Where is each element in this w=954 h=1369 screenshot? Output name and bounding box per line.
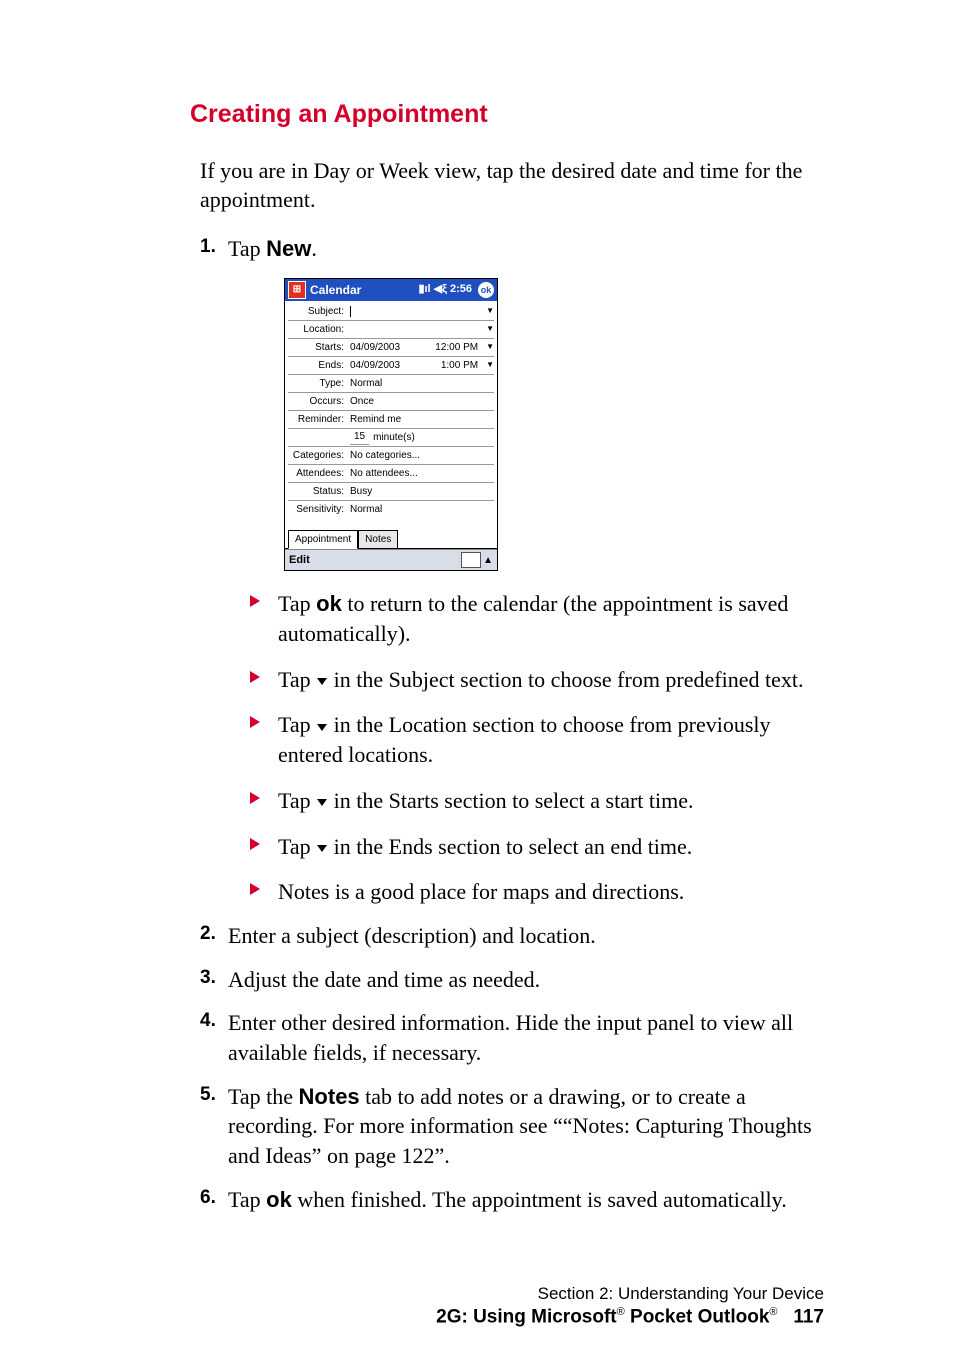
speaker-icon: ◀ξ bbox=[434, 282, 447, 297]
step-number: 3. bbox=[200, 965, 216, 991]
attendees-label: Attendees: bbox=[288, 467, 348, 481]
dropdown-glyph-icon bbox=[317, 724, 327, 731]
dropdown-glyph-icon bbox=[317, 845, 327, 852]
occurs-value[interactable]: Once bbox=[348, 395, 494, 409]
step1-bold: New bbox=[266, 236, 311, 261]
triangle-bullet-icon bbox=[250, 792, 260, 804]
section-heading: Creating an Appointment bbox=[190, 100, 834, 129]
step1-pre: Tap bbox=[228, 236, 266, 261]
type-label: Type: bbox=[288, 377, 348, 391]
bullet-ok: Tap ok to return to the calendar (the ap… bbox=[250, 589, 834, 648]
clock-time: 2:56 bbox=[450, 282, 472, 297]
dropdown-glyph-icon bbox=[317, 678, 327, 685]
occurs-label: Occurs: bbox=[288, 395, 348, 409]
step-5: 5. Tap the Notes tab to add notes or a d… bbox=[200, 1082, 834, 1171]
ok-button[interactable]: ok bbox=[478, 282, 494, 298]
bullet-location: Tap in the Location section to choose fr… bbox=[250, 710, 834, 769]
footer-chapter2: Pocket Outlook bbox=[625, 1307, 770, 1328]
step-number: 2. bbox=[200, 921, 216, 947]
triangle-bullet-icon bbox=[250, 716, 260, 728]
footer-chapter: 2G: Using Microsoft bbox=[436, 1307, 617, 1328]
attendees-value[interactable]: No attendees... bbox=[348, 467, 494, 481]
triangle-bullet-icon bbox=[250, 838, 260, 850]
app-title: Calendar bbox=[310, 282, 418, 298]
status-label: Status: bbox=[288, 485, 348, 499]
edit-menu[interactable]: Edit bbox=[289, 553, 461, 568]
status-value[interactable]: Busy bbox=[348, 485, 494, 499]
dropdown-glyph-icon bbox=[317, 799, 327, 806]
dropdown-icon[interactable]: ▼ bbox=[486, 306, 494, 317]
triangle-bullet-icon bbox=[250, 883, 260, 895]
footer-section: Section 2: Understanding Your Device bbox=[190, 1284, 824, 1304]
subject-label: Subject: bbox=[288, 305, 348, 319]
reminder-label: Reminder: bbox=[288, 413, 348, 427]
step-3: 3. Adjust the date and time as needed. bbox=[200, 965, 834, 995]
tab-appointment[interactable]: Appointment bbox=[288, 530, 358, 550]
start-icon[interactable]: ⊞ bbox=[288, 281, 306, 299]
triangle-bullet-icon bbox=[250, 671, 260, 683]
step-4: 4. Enter other desired information. Hide… bbox=[200, 1008, 834, 1067]
bullet-notes: Notes is a good place for maps and direc… bbox=[250, 877, 834, 907]
step-number: 1. bbox=[200, 234, 216, 260]
signal-icon: ▮ıl bbox=[418, 282, 430, 297]
reminder-value[interactable]: Remind me bbox=[348, 413, 494, 427]
step-number: 4. bbox=[200, 1008, 216, 1034]
intro-paragraph: If you are in Day or Week view, tap the … bbox=[190, 157, 834, 214]
dropdown-icon[interactable]: ▼ bbox=[486, 324, 494, 335]
location-input[interactable]: ▼ bbox=[348, 324, 494, 335]
sip-arrow-icon[interactable]: ▲ bbox=[483, 554, 493, 568]
categories-label: Categories: bbox=[288, 449, 348, 463]
bullet-ends: Tap in the Ends section to select an end… bbox=[250, 832, 834, 862]
reminder-time[interactable]: 15 minute(s) bbox=[348, 430, 494, 445]
step1-post: . bbox=[311, 236, 317, 261]
bullet-starts: Tap in the Starts section to select a st… bbox=[250, 786, 834, 816]
starts-label: Starts: bbox=[288, 341, 348, 355]
step-6: 6. Tap ok when finished. The appointment… bbox=[200, 1185, 834, 1215]
starts-value[interactable]: 04/09/2003 12:00 PM ▼ bbox=[348, 341, 494, 355]
registered-symbol: ® bbox=[617, 1306, 625, 1318]
titlebar: ⊞ Calendar ▮ıl ◀ξ 2:56 ok bbox=[285, 279, 497, 301]
step-number: 6. bbox=[200, 1185, 216, 1211]
registered-symbol: ® bbox=[769, 1306, 777, 1318]
keyboard-icon[interactable] bbox=[461, 552, 481, 568]
dropdown-icon[interactable]: ▼ bbox=[486, 342, 494, 353]
device-screenshot: ⊞ Calendar ▮ıl ◀ξ 2:56 ok Subject: ▼ bbox=[284, 278, 498, 572]
bullet-subject: Tap in the Subject section to choose fro… bbox=[250, 665, 834, 695]
dropdown-icon[interactable]: ▼ bbox=[486, 360, 494, 371]
location-label: Location: bbox=[288, 323, 348, 337]
ends-value[interactable]: 04/09/2003 1:00 PM ▼ bbox=[348, 359, 494, 373]
categories-value[interactable]: No categories... bbox=[348, 449, 494, 463]
ends-label: Ends: bbox=[288, 359, 348, 373]
sensitivity-label: Sensitivity: bbox=[288, 503, 348, 517]
step-number: 5. bbox=[200, 1082, 216, 1108]
tab-notes[interactable]: Notes bbox=[358, 530, 398, 549]
subject-input[interactable]: ▼ bbox=[348, 306, 494, 317]
sensitivity-value[interactable]: Normal bbox=[348, 503, 494, 517]
step-1: 1. Tap New. ⊞ Calendar ▮ıl ◀ξ 2:56 ok bbox=[200, 234, 834, 907]
type-value[interactable]: Normal bbox=[348, 377, 494, 391]
triangle-bullet-icon bbox=[250, 595, 260, 607]
page-number: 117 bbox=[793, 1307, 824, 1328]
step-2: 2. Enter a subject (description) and loc… bbox=[200, 921, 834, 951]
page-footer: Section 2: Understanding Your Device 2G:… bbox=[190, 1284, 834, 1328]
